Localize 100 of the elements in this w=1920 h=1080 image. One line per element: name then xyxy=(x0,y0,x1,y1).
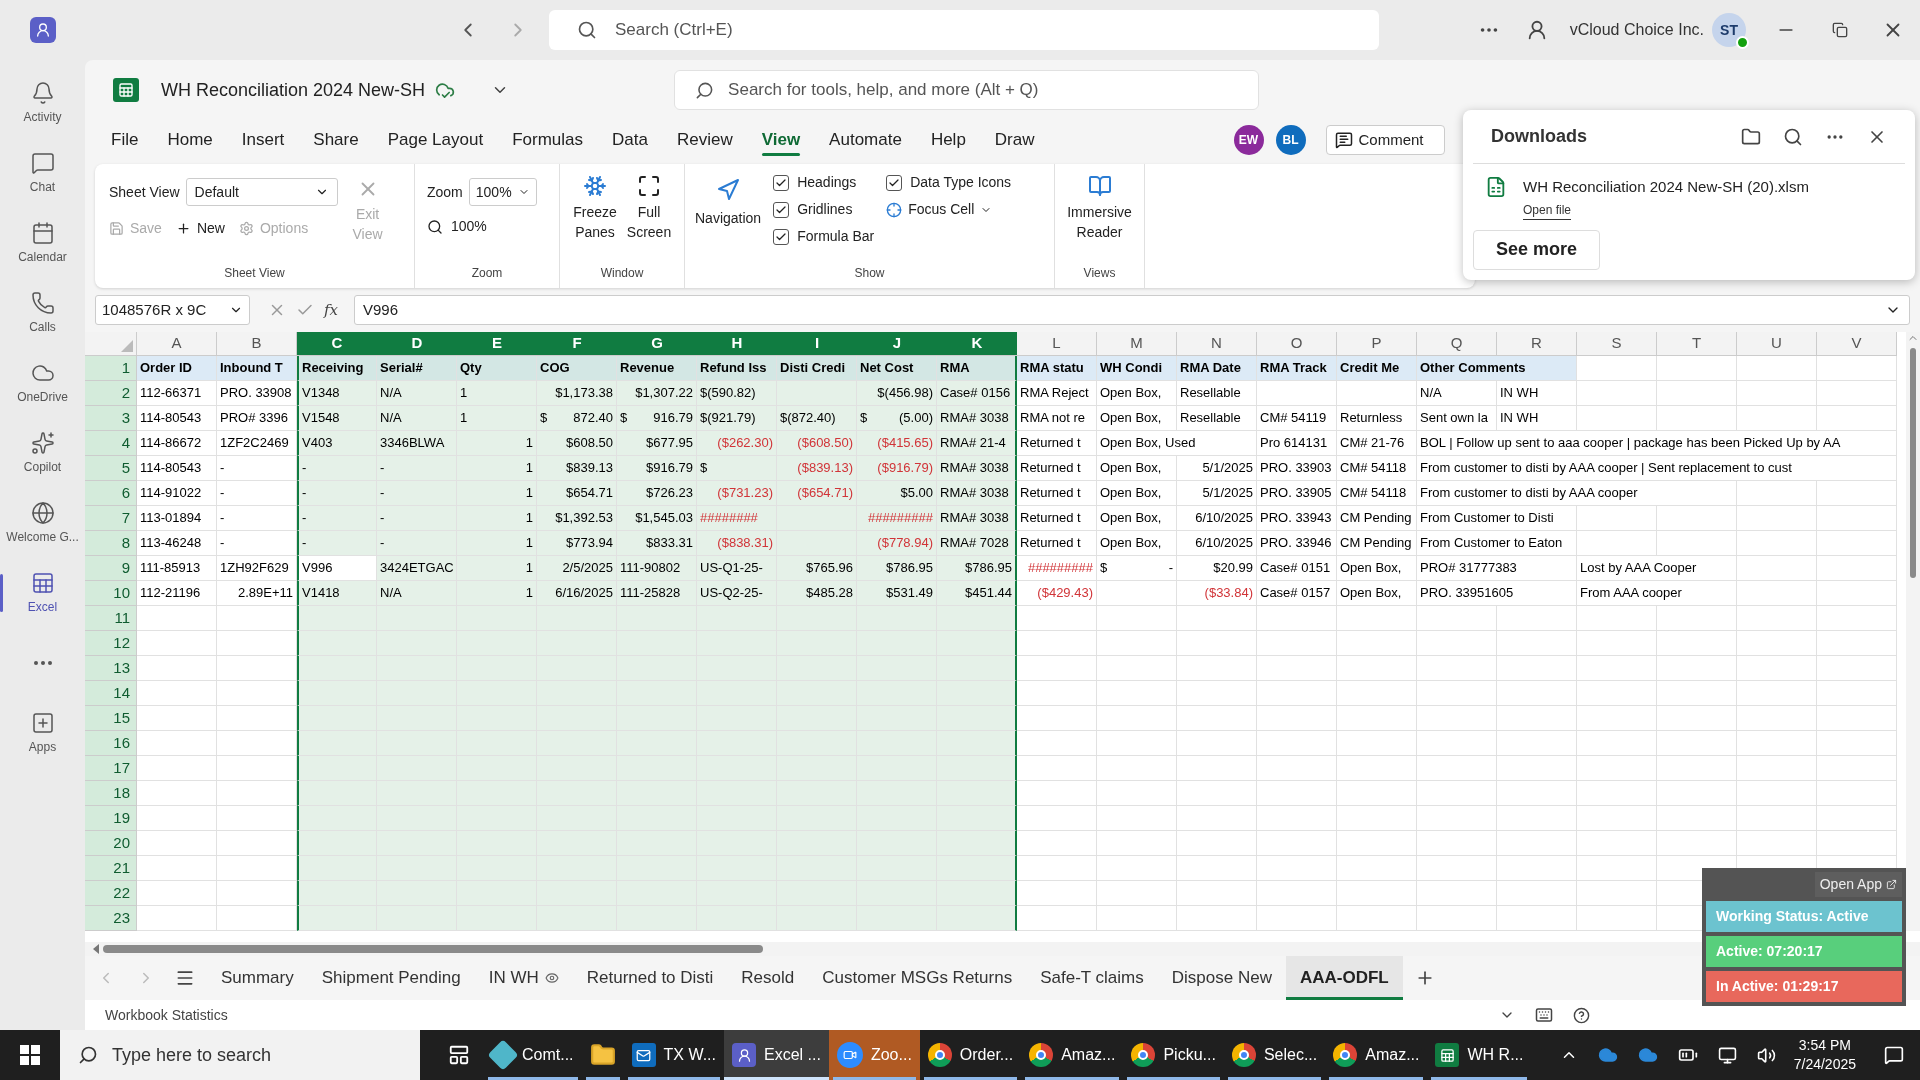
rail-item[interactable]: Calls xyxy=(0,280,85,346)
checkbox[interactable] xyxy=(773,201,790,218)
sheet-cell[interactable]: From Customer to Eaton xyxy=(1417,531,1577,556)
row-header[interactable]: 18 xyxy=(85,781,137,806)
sheet-cell[interactable]: $20.99 xyxy=(1177,556,1257,581)
sheet-cell[interactable] xyxy=(937,906,1017,931)
row-header[interactable]: 1 xyxy=(85,356,137,381)
sheet-tab[interactable]: Safe-T claims xyxy=(1026,956,1158,1000)
sheet-cell[interactable]: Case# 0156 xyxy=(937,381,1017,406)
sheet-cell[interactable]: N/A xyxy=(377,406,457,431)
sheet-cell[interactable]: $833.31 xyxy=(617,531,697,556)
menu-tab[interactable]: Share xyxy=(313,122,359,158)
name-box[interactable]: 1048576R x 9C xyxy=(95,295,250,325)
row-header[interactable]: 20 xyxy=(85,831,137,856)
sheet-cell[interactable] xyxy=(937,756,1017,781)
sheet-cell[interactable]: 6/16/2025 xyxy=(537,581,617,606)
checkbox[interactable] xyxy=(886,174,903,191)
sheet-cell[interactable]: PRO. 33905 xyxy=(1257,481,1337,506)
sheet-cell[interactable]: $(872.40) xyxy=(777,406,857,431)
sheet-cell[interactable]: PRO. 33903 xyxy=(1257,456,1337,481)
sheet-cell[interactable]: Revenue xyxy=(617,356,697,381)
sheet-cell[interactable]: 3346BLWA xyxy=(377,431,457,456)
sheet-cell[interactable]: $485.28 xyxy=(777,581,857,606)
taskbar-app[interactable]: WH R... xyxy=(1427,1030,1532,1080)
formula-input[interactable]: V996 xyxy=(354,295,1910,325)
sheet-cell[interactable]: $5.00 xyxy=(857,481,937,506)
sheet-cell[interactable] xyxy=(937,656,1017,681)
row-header[interactable]: 3 xyxy=(85,406,137,431)
sheet-cell[interactable]: BOL | Follow up sent to aaa cooper | package has been Picked Up by AA xyxy=(1417,431,1897,456)
column-header[interactable]: F xyxy=(537,332,617,356)
sheet-cell[interactable]: Returned t xyxy=(1017,431,1097,456)
notifications-icon[interactable] xyxy=(1884,1045,1904,1065)
sheet-cell[interactable]: Open Box, xyxy=(1097,481,1177,506)
sheet-cell[interactable]: 2/5/2025 xyxy=(537,556,617,581)
sheet-cell[interactable]: $ 872.40 xyxy=(537,406,617,431)
column-header[interactable]: M xyxy=(1097,332,1177,356)
sheet-cell[interactable]: - xyxy=(377,506,457,531)
sheet-cell[interactable]: ($608.50) xyxy=(777,431,857,456)
sheet-cell[interactable]: Open Box, Used xyxy=(1097,431,1257,456)
navigation-button[interactable]: Navigation xyxy=(695,172,762,260)
sheet-tab[interactable]: Resold xyxy=(727,956,809,1000)
sheet-cell[interactable]: Net Cost xyxy=(857,356,937,381)
sheet-cell[interactable]: IN WH xyxy=(1497,406,1577,431)
see-more-button[interactable]: See more xyxy=(1473,229,1601,270)
sheet-cell[interactable]: $(921.79) xyxy=(697,406,777,431)
menu-tab[interactable]: Review xyxy=(676,122,733,158)
sheet-cell[interactable]: 1 xyxy=(457,406,537,431)
sheet-cell[interactable]: $(590.82) xyxy=(697,381,777,406)
sheet-cell[interactable] xyxy=(937,681,1017,706)
ribbon-button[interactable]: New xyxy=(175,218,225,239)
menu-tab[interactable]: Help xyxy=(930,122,966,158)
row-header[interactable]: 6 xyxy=(85,481,137,506)
sheet-cell[interactable]: ($731.23) xyxy=(697,481,777,506)
sheet-cell[interactable]: 3424ETGAC xyxy=(377,556,457,581)
menu-icon[interactable] xyxy=(175,968,195,988)
sheet-cell[interactable]: - xyxy=(377,531,457,556)
sheet-tab[interactable]: IN WH xyxy=(474,956,573,1000)
column-header[interactable]: J xyxy=(857,332,937,356)
sheet-cell[interactable]: $ - xyxy=(1097,556,1177,581)
sheet-cell[interactable]: RMA xyxy=(937,356,1017,381)
row-header[interactable]: 21 xyxy=(85,856,137,881)
row-header[interactable]: 14 xyxy=(85,681,137,706)
sheet-cell[interactable]: CM# 54119 xyxy=(1257,406,1337,431)
sheet-cell[interactable]: From customer to disti by AAA cooper | Sent replacement to cust xyxy=(1417,456,1897,481)
menu-tab[interactable]: Page Layout xyxy=(387,122,484,158)
checkbox[interactable] xyxy=(773,174,790,191)
sheet-cell[interactable]: Open Box, xyxy=(1097,381,1177,406)
sheet-cell[interactable]: Open Box, xyxy=(1097,506,1177,531)
sheet-cell[interactable]: Inbound T xyxy=(217,356,297,381)
column-header[interactable]: N xyxy=(1177,332,1257,356)
sheet-cell[interactable]: 5/1/2025 xyxy=(1177,456,1257,481)
sheet-tab[interactable]: Summary xyxy=(207,956,308,1000)
search-field[interactable]: Search for tools, help, and more (Alt + Q) xyxy=(674,70,1260,110)
sheet-cell[interactable]: - xyxy=(297,481,377,506)
sheet-cell[interactable] xyxy=(937,856,1017,881)
restore-icon[interactable] xyxy=(1832,22,1848,38)
sheet-cell[interactable]: $765.96 xyxy=(777,556,857,581)
sheet-cell[interactable]: ($33.84) xyxy=(1177,581,1257,606)
sheet-cell[interactable] xyxy=(937,781,1017,806)
sheet-cell[interactable]: - xyxy=(297,531,377,556)
sheet-cell[interactable]: RMA# 3038 xyxy=(937,481,1017,506)
sheet-tab[interactable]: Dispose New xyxy=(1157,956,1286,1000)
row-header[interactable]: 4 xyxy=(85,431,137,456)
row-header[interactable]: 22 xyxy=(85,881,137,906)
sheet-cell[interactable]: $773.94 xyxy=(537,531,617,556)
column-header[interactable]: U xyxy=(1737,332,1817,356)
sheet-cell[interactable]: $677.95 xyxy=(617,431,697,456)
dropdown[interactable]: Default xyxy=(185,178,338,206)
sheet-cell[interactable]: 114-86672 xyxy=(137,431,217,456)
sheet-cell[interactable]: Returned t xyxy=(1017,456,1097,481)
sheet-cell[interactable]: ($838.31) xyxy=(697,531,777,556)
sheet-cell[interactable]: From Customer to Disti xyxy=(1417,506,1577,531)
sheet-cell[interactable]: 113-46248 xyxy=(137,531,217,556)
status-text[interactable]: Workbook Statistics xyxy=(105,1004,228,1026)
column-header[interactable]: E xyxy=(457,332,537,356)
volume-icon[interactable] xyxy=(1756,1045,1776,1065)
row-header[interactable]: 7 xyxy=(85,506,137,531)
sheet-cell[interactable]: PRO. 33943 xyxy=(1257,506,1337,531)
sheet-cell[interactable]: Order ID xyxy=(137,356,217,381)
sheet-cell[interactable]: Pro 614131 xyxy=(1257,431,1337,456)
